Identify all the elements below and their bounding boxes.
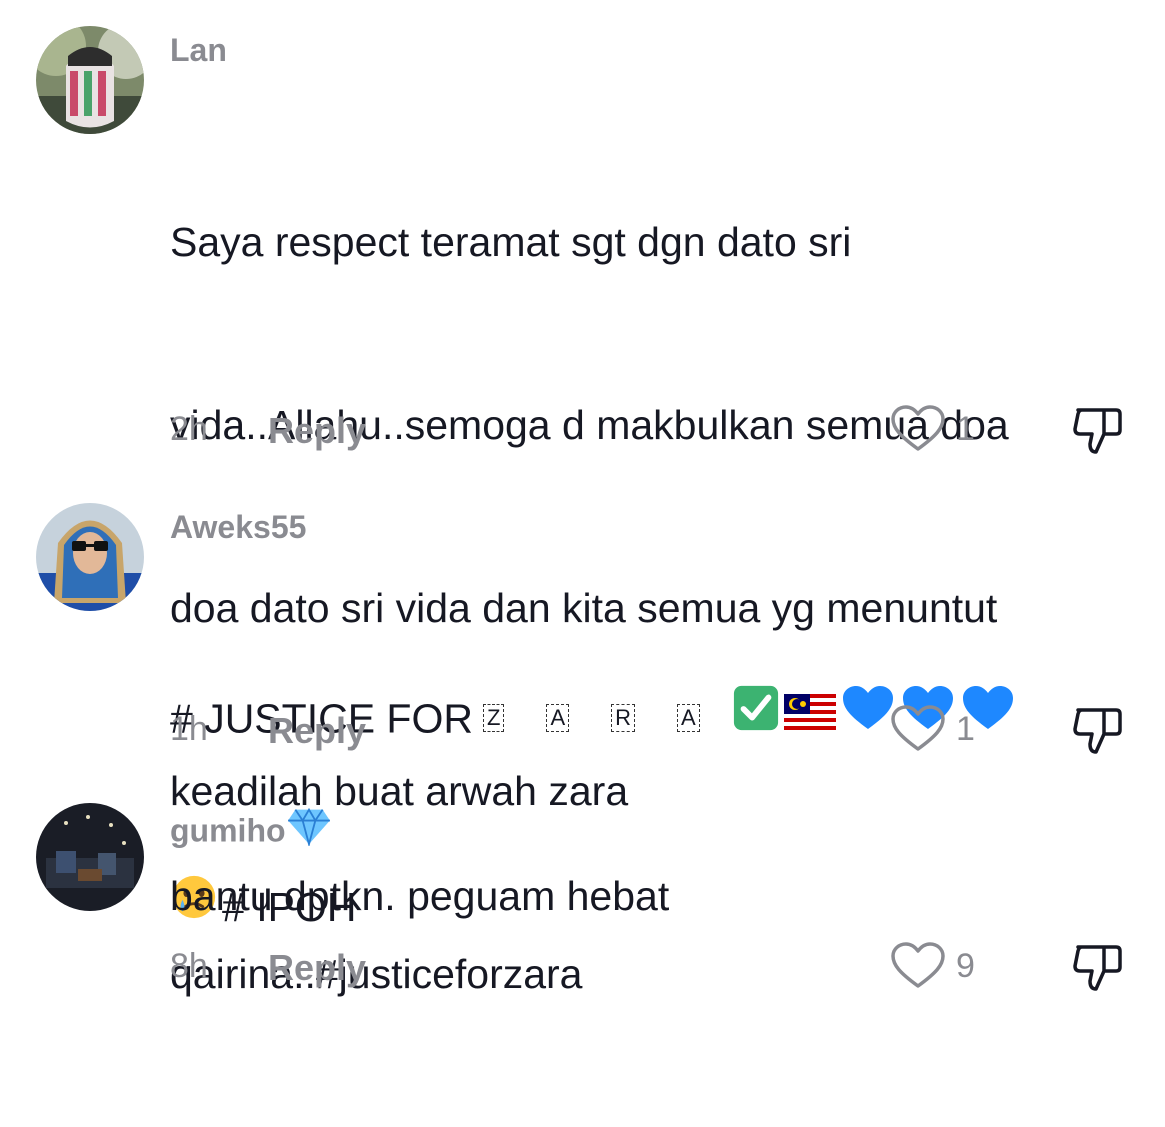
comment-username[interactable]: Lan: [170, 32, 227, 69]
avatar[interactable]: [36, 26, 144, 134]
reply-button[interactable]: Reply: [268, 410, 366, 452]
heart-icon[interactable]: [890, 404, 946, 454]
comment-time: 1h: [170, 710, 208, 748]
comment-username[interactable]: Aweks55: [170, 509, 306, 546]
comment-text: bantu dptkn. peguam hebat: [170, 873, 670, 919]
comment-username[interactable]: gumiho: [170, 806, 332, 857]
comment-time: 2h: [170, 410, 208, 448]
heart-icon[interactable]: [890, 704, 946, 754]
comment-time: 8h: [170, 947, 208, 985]
comment-meta: 2h Reply 1: [170, 405, 1130, 454]
dislike-icon[interactable]: [1070, 702, 1126, 758]
like-count: 9: [956, 947, 975, 985]
avatar[interactable]: [36, 803, 144, 911]
like-count: 1: [956, 410, 975, 448]
username-text: gumiho: [170, 812, 286, 849]
dislike-icon[interactable]: [1070, 939, 1126, 995]
dislike-icon[interactable]: [1070, 402, 1126, 458]
gem-emoji: [286, 806, 332, 854]
heart-icon[interactable]: [890, 941, 946, 991]
reply-button[interactable]: Reply: [268, 710, 366, 752]
comment-meta: 8h Reply 9: [170, 942, 1130, 991]
avatar[interactable]: [36, 503, 144, 611]
like-count: 1: [956, 710, 975, 748]
comment-text-line: Saya respect teramat sgt dgn dato sri: [170, 219, 852, 265]
reply-button[interactable]: Reply: [268, 947, 366, 989]
comment-meta: 1h Reply 1: [170, 705, 1130, 754]
